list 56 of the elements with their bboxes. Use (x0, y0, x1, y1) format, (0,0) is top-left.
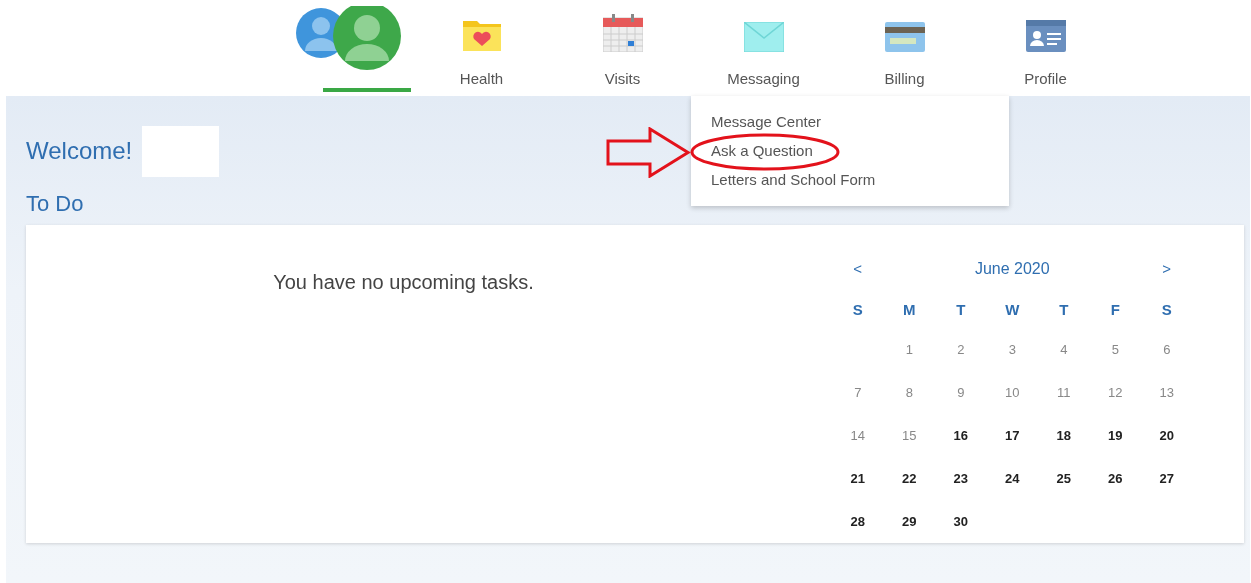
id-card-icon (1025, 20, 1066, 52)
calendar-day[interactable]: 20 (1159, 426, 1174, 470)
calendar-day[interactable]: 8 (905, 383, 913, 427)
calendar-day[interactable]: 22 (902, 469, 917, 513)
calendar-day[interactable]: 5 (1111, 340, 1119, 384)
calendar-day[interactable]: 23 (953, 469, 968, 513)
calendar-day[interactable]: 9 (957, 383, 965, 427)
calendar-day[interactable]: 18 (1056, 426, 1071, 470)
calendar-day[interactable]: 21 (850, 469, 865, 513)
calendar-day[interactable]: 17 (1005, 426, 1020, 470)
previous-month-button[interactable]: < (853, 258, 863, 281)
credit-card-icon (884, 22, 925, 52)
calendar-day[interactable]: 4 (1060, 340, 1068, 384)
calendar-day[interactable]: 28 (850, 512, 865, 556)
calendar-day[interactable]: 25 (1056, 469, 1071, 513)
calendar-day[interactable]: 19 (1108, 426, 1123, 470)
calendar-day[interactable]: 24 (1005, 469, 1020, 513)
nav-tab[interactable]: Billing (834, 0, 975, 96)
calendar-day[interactable]: 10 (1005, 383, 1020, 427)
menu-item[interactable]: Message Center (711, 113, 822, 131)
month-title: June 2020 (974, 259, 1050, 280)
empty-message: You have no upcoming tasks. (273, 271, 534, 294)
heart-folder-icon (461, 18, 502, 52)
calendar-day[interactable]: 6 (1163, 340, 1171, 384)
arrow-icon (606, 127, 691, 178)
menu-item[interactable]: Letters and School Form (711, 171, 876, 189)
calendar-day[interactable]: 12 (1108, 383, 1123, 427)
calendar-day[interactable]: 1 (905, 340, 913, 384)
envelope-icon (743, 22, 784, 52)
weekday-label: F (1110, 300, 1120, 321)
section-heading: To Do (26, 191, 85, 218)
weekday-label: W (1005, 300, 1020, 321)
calendar-day[interactable]: 27 (1159, 469, 1174, 513)
calendar-day[interactable]: 14 (850, 426, 865, 470)
weekday-label: T (956, 300, 966, 321)
calendar-day[interactable]: 15 (902, 426, 917, 470)
calendar-day[interactable]: 3 (1008, 340, 1016, 384)
nav-tab[interactable]: Profile (975, 0, 1116, 96)
nav-tab[interactable]: Health (411, 0, 552, 96)
weekday-label: M (903, 300, 916, 321)
calendar-day[interactable]: 26 (1108, 469, 1123, 513)
next-month-button[interactable]: > (1162, 258, 1172, 281)
calendar-day[interactable]: 29 (902, 512, 917, 556)
calendar-icon (602, 14, 643, 52)
nav-tab[interactable]: Messaging (693, 0, 834, 96)
weekday-label: S (852, 300, 863, 321)
weekday-label: S (1161, 300, 1172, 321)
calendar-day[interactable]: 11 (1057, 383, 1071, 427)
nav-tab[interactable]: Visits (552, 0, 693, 96)
calendar-day[interactable]: 13 (1159, 383, 1174, 427)
calendar-day[interactable]: 16 (953, 426, 968, 470)
calendar-day[interactable]: 7 (854, 383, 862, 427)
welcome-heading: Welcome! (26, 136, 133, 166)
calendar-day[interactable]: 2 (957, 340, 965, 384)
weekday-label: T (1059, 300, 1069, 321)
calendar-day[interactable]: 30 (953, 512, 968, 556)
